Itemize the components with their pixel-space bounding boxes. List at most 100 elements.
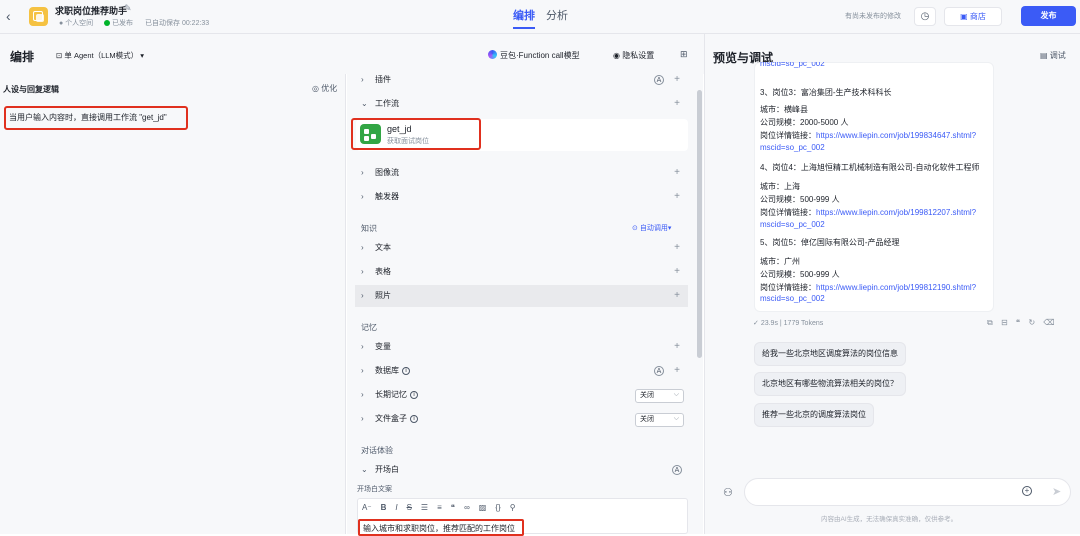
add-variable-icon[interactable]: +	[674, 336, 680, 358]
app-title: 求职岗位推荐助手	[55, 6, 128, 16]
message-line[interactable]: mscid=so_pc_002	[760, 294, 825, 303]
info-icon[interactable]: i	[410, 391, 418, 399]
job-link[interactable]: https://www.liepin.com/job/199812207.sht…	[816, 208, 976, 217]
job-link[interactable]: https://www.liepin.com/job/199812190.sht…	[816, 283, 976, 292]
quote-icon[interactable]: ❝	[451, 503, 455, 512]
strikethrough-icon[interactable]: S	[407, 503, 412, 512]
add-database-icon[interactable]: +	[674, 360, 680, 382]
suggestion-chip[interactable]: 北京地区有哪些物流算法相关的岗位？	[754, 372, 906, 396]
font-size-icon[interactable]: A⁻	[362, 503, 372, 512]
message-text: mscid=so_pc_002	[760, 220, 825, 229]
check-icon: ✓	[753, 320, 759, 327]
image-icon[interactable]: ▨	[479, 503, 487, 512]
publish-button[interactable]: 发布	[1021, 6, 1076, 26]
bold-icon[interactable]: B	[381, 503, 387, 512]
user-icon[interactable]: ⚲	[510, 503, 516, 512]
message-line: 岗位详情链接：https://www.liepin.com/job/199812…	[760, 207, 976, 218]
debug-button[interactable]: ▤ 调试	[1040, 50, 1066, 61]
longterm-label: 长期记忆	[375, 390, 407, 399]
add-text-icon[interactable]: +	[674, 237, 680, 259]
message-line: 公司规模：500-999 人	[760, 194, 840, 205]
job-link[interactable]: https://www.liepin.com/job/199834647.sht…	[816, 131, 976, 140]
message-line[interactable]: mscid=so_pc_002	[760, 62, 825, 70]
link-icon[interactable]: ∞	[464, 503, 470, 512]
add-trigger-icon[interactable]: +	[674, 186, 680, 208]
suggestion-chip[interactable]: 给我一些北京地区调度算法的岗位信息	[754, 342, 906, 366]
message-text: 城市：广州	[760, 257, 800, 266]
message-text: mscid=so_pc_002	[760, 143, 825, 152]
add-photo-icon[interactable]: +	[674, 285, 680, 307]
edit-message-icon[interactable]: ⊟	[1001, 318, 1008, 327]
message-line[interactable]: mscid=so_pc_002	[760, 143, 825, 152]
active-tab-indicator	[513, 27, 535, 29]
longterm-select[interactable]: 关闭	[635, 389, 684, 403]
model-icon	[488, 50, 497, 59]
tab-analysis[interactable]: 分析	[546, 7, 568, 23]
message-line: 公司规模：2000-5000 人	[760, 117, 848, 128]
photo-row[interactable]: › 照片 +	[355, 285, 688, 307]
history-button[interactable]: ◷	[914, 7, 936, 26]
message-line: 城市：上海	[760, 181, 800, 192]
optimize-button[interactable]: ◎ 优化	[312, 83, 337, 94]
trigger-row[interactable]: › 触发器 +	[355, 186, 688, 208]
auto-call-select[interactable]: ⊙ 自动调用▾	[632, 223, 671, 233]
variable-row[interactable]: › 变量 +	[355, 336, 688, 358]
quote-reply-icon[interactable]: ❝	[1016, 318, 1020, 327]
agent-mode-select[interactable]: ⊡ 单 Agent（LLM模式） ▾	[56, 50, 144, 61]
opening-text-label: 开场白文案	[357, 486, 392, 493]
plugin-row[interactable]: › 插件 A +	[355, 69, 688, 91]
memory-group-label: 记忆	[361, 323, 377, 332]
numbered-list-icon[interactable]: ≡	[437, 503, 442, 512]
message-line: 城市：横峰县	[760, 104, 808, 115]
auto-icon[interactable]: A	[654, 75, 664, 85]
status-dot-icon	[104, 20, 110, 26]
longterm-memory-row[interactable]: › 长期记忆 i 关闭	[355, 384, 688, 406]
chevron-right-icon: ›	[361, 291, 364, 300]
chevron-down-icon: ⌄	[361, 465, 368, 474]
opening-row[interactable]: ⌄ 开场白 A	[355, 459, 688, 481]
auto-icon[interactable]: A	[672, 465, 682, 475]
filebox-select[interactable]: 关闭	[635, 413, 684, 427]
auto-call-label: 自动调用	[639, 225, 668, 232]
skills-scrollbar[interactable]	[697, 90, 702, 358]
message-actions: ⧉ ⊟ ❝ ↻ ⌫	[987, 318, 1055, 328]
delete-icon[interactable]: ⌫	[1043, 318, 1054, 327]
filebox-row[interactable]: › 文件盒子 i 关闭	[355, 408, 688, 430]
italic-icon[interactable]: I	[395, 503, 397, 512]
info-icon[interactable]: i	[402, 367, 410, 375]
tab-arrange[interactable]: 编排	[513, 7, 535, 23]
store-button[interactable]: ▣ 商店	[944, 7, 1002, 26]
photo-label: 照片	[375, 291, 391, 300]
privacy-settings[interactable]: ◉ 隐私设置	[613, 50, 654, 61]
send-icon[interactable]: ➤	[1052, 485, 1061, 498]
table-row[interactable]: › 表格 +	[355, 261, 688, 283]
imageflow-row[interactable]: › 图像流 +	[355, 162, 688, 184]
add-attachment-icon[interactable]: +	[1022, 486, 1032, 496]
database-row[interactable]: › 数据库 i A +	[355, 360, 688, 382]
bullet-list-icon[interactable]: ☰	[421, 503, 428, 512]
copy-icon[interactable]: ⧉	[987, 318, 993, 327]
bot-icon[interactable]: ⚇	[723, 486, 733, 499]
workflow-row[interactable]: ⌄ 工作流 +	[355, 93, 688, 115]
prompt-input[interactable]: 当用户输入内容时，直接调用工作流 "get_jd"	[4, 106, 188, 130]
add-plugin-icon[interactable]: +	[674, 69, 680, 91]
model-select[interactable]: 豆包·Function call模型	[488, 50, 580, 61]
auto-call-icon: ⊙	[632, 225, 638, 232]
auto-icon[interactable]: A	[654, 366, 664, 376]
message-line[interactable]: mscid=so_pc_002	[760, 220, 825, 229]
info-icon[interactable]: i	[410, 415, 418, 423]
text-row[interactable]: › 文本 +	[355, 237, 688, 259]
layout-icon[interactable]: ⊞	[680, 49, 688, 60]
regenerate-icon[interactable]: ↻	[1028, 318, 1035, 327]
suggestion-chip[interactable]: 推荐一些北京的调度算法岗位	[754, 403, 874, 427]
back-icon[interactable]: ‹	[6, 8, 20, 24]
add-table-icon[interactable]: +	[674, 261, 680, 283]
add-workflow-icon[interactable]: +	[674, 93, 680, 115]
opening-text-input[interactable]: 输入城市和求职岗位，推荐匹配的工作岗位	[358, 519, 524, 536]
edit-icon[interactable]: ✎	[124, 3, 132, 14]
message-text: 城市：横峰县	[760, 105, 808, 114]
space-text: 个人空间	[65, 20, 94, 27]
add-imageflow-icon[interactable]: +	[674, 162, 680, 184]
variable-icon[interactable]: {}	[495, 503, 500, 512]
text-label: 文本	[375, 243, 391, 252]
